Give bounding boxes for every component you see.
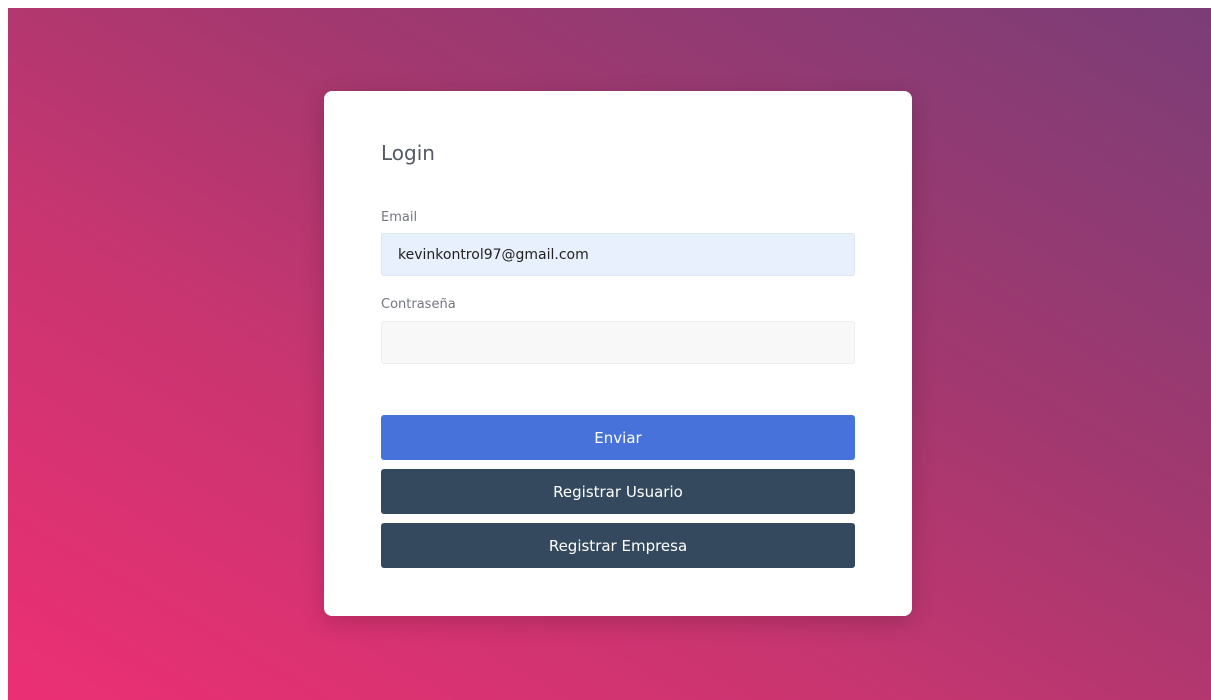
email-label: Email [381, 210, 418, 225]
password-field[interactable] [381, 321, 855, 364]
register-company-button[interactable]: Registrar Empresa [381, 523, 855, 568]
email-field[interactable] [381, 233, 855, 276]
login-title: Login [381, 141, 435, 165]
password-label: Contraseña [381, 297, 456, 312]
register-user-button[interactable]: Registrar Usuario [381, 469, 855, 514]
login-card: Login Email Contraseña Enviar Registrar … [324, 91, 912, 616]
page-background: Login Email Contraseña Enviar Registrar … [8, 8, 1211, 700]
send-button[interactable]: Enviar [381, 415, 855, 460]
